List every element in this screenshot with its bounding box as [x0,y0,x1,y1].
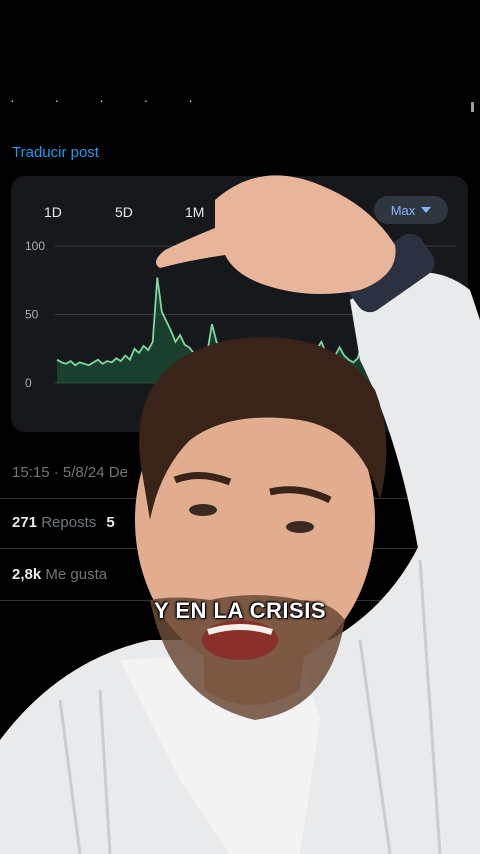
divider [0,548,480,549]
price-chart-card: 1D 5D 1M Max 100 50 0 2022 [11,176,468,432]
reposts-label: Reposts [41,514,97,531]
bookmarks-label-partial: s [336,566,344,583]
cropped-text-fragments: · · · · · [10,92,211,108]
scroll-indicator [471,102,474,112]
post-timestamp: 15:15 · 5/8/24 De [12,464,128,481]
y-tick-label: 0 [25,376,32,390]
likes-stat[interactable]: 2,8k Me gusta [12,566,107,583]
likes-count: 2,8k [12,566,42,583]
y-tick-label: 50 [25,308,39,322]
screen: · · · · · Traducir post 1D 5D 1M Max 100… [0,0,480,854]
divider [0,498,480,499]
quotes-count-partial: 5 [106,514,115,531]
video-caption: Y EN LA CRISIS [153,598,327,623]
y-tick-label: 100 [25,239,45,253]
series-area [57,277,449,383]
translate-post-link[interactable]: Traducir post [12,144,99,161]
series-line [56,277,450,367]
likes-label: Me gusta [45,566,108,583]
x-tick-label: 2022 [383,394,410,408]
reposts-stat[interactable]: 271 Reposts 5 [12,514,115,531]
reposts-count: 271 [12,514,38,531]
line-chart: 100 50 0 2022 [25,239,456,408]
cropped-post-text: · · · · · [0,92,480,112]
